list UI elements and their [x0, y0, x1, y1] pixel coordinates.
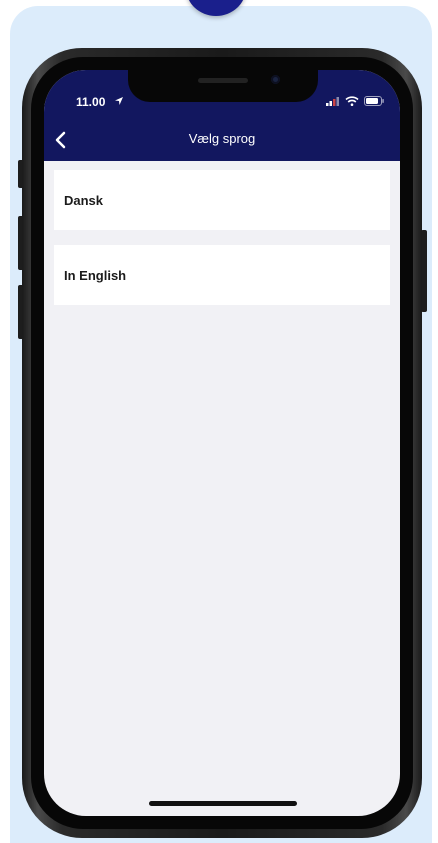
phone-frame: 11.00 Vælg sprog Dansk In English — [22, 48, 422, 838]
battery-icon — [364, 96, 384, 106]
status-time: 11.00 — [76, 95, 106, 109]
location-arrow-icon — [115, 97, 123, 105]
notch — [128, 70, 318, 102]
language-option-dansk[interactable]: Dansk — [54, 170, 390, 230]
home-indicator[interactable] — [149, 801, 297, 806]
language-option-english[interactable]: In English — [54, 245, 390, 305]
speaker-grille — [198, 78, 248, 83]
phone-bezel: 11.00 Vælg sprog Dansk In English — [31, 57, 413, 829]
language-label: Dansk — [64, 192, 104, 208]
page-title: Vælg sprog — [188, 131, 256, 146]
language-label: In English — [64, 267, 127, 283]
navigation-bar: Vælg sprog — [44, 118, 400, 161]
front-camera — [271, 75, 280, 84]
wifi-icon — [345, 96, 359, 106]
status-bar: 11.00 — [44, 70, 400, 118]
phone-screen: 11.00 Vælg sprog Dansk In English — [44, 70, 400, 816]
signal-icon — [326, 97, 339, 106]
